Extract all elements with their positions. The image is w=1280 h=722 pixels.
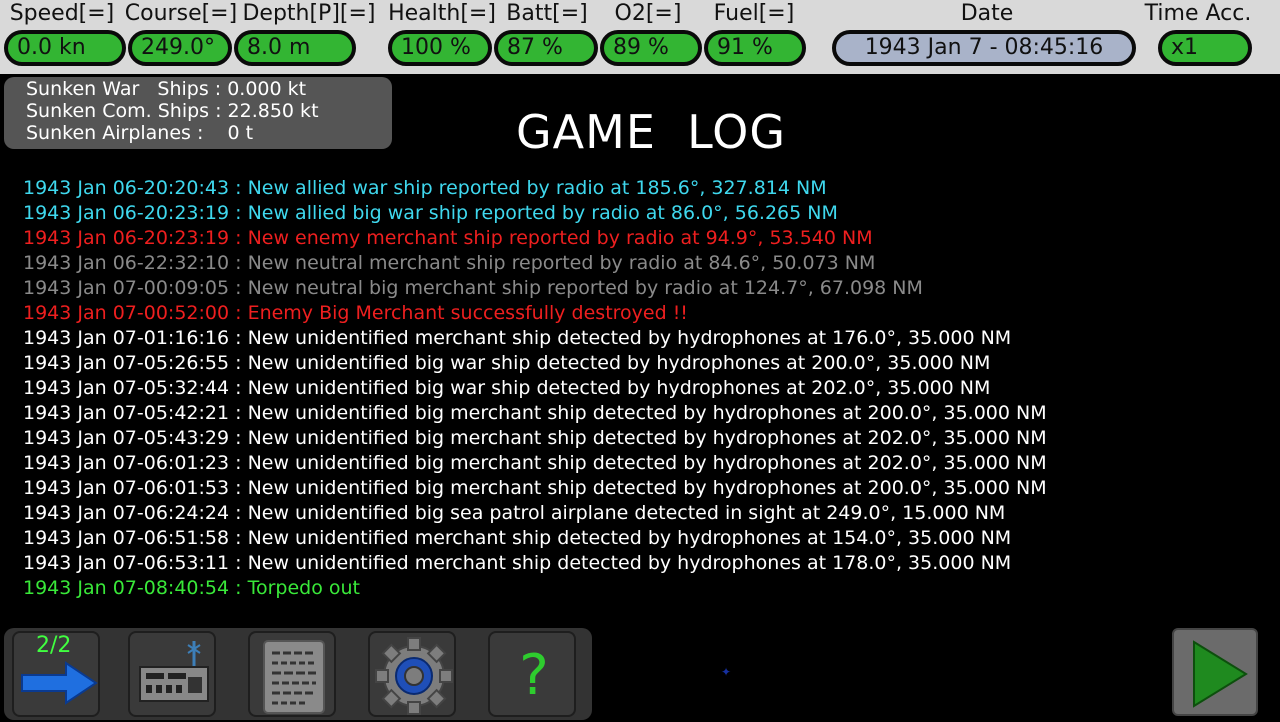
log-entry: 1943 Jan 07-05:32:44 : New unidentified … xyxy=(23,377,991,399)
date-value: 1943 Jan 7 - 08:45:16 xyxy=(832,30,1136,66)
speed-label: Speed[=] xyxy=(9,1,115,26)
log-entry: 1943 Jan 07-05:42:21 : New unidentified … xyxy=(23,402,1047,424)
log-entry: 1943 Jan 06-20:20:43 : New allied war sh… xyxy=(23,177,827,199)
fuel-label: Fuel[=] xyxy=(713,1,795,26)
o2-value: 89 % xyxy=(600,30,702,66)
log-entry: 1943 Jan 06-20:23:19 : New enemy merchan… xyxy=(23,227,873,249)
log-scroll-icon xyxy=(263,640,325,714)
cursor-icon: ✦ xyxy=(721,665,732,679)
log-entry: 1943 Jan 07-00:52:00 : Enemy Big Merchan… xyxy=(23,302,688,324)
fuel-value: 91 % xyxy=(704,30,806,66)
speed-value[interactable]: 0.0 kn xyxy=(4,30,126,66)
settings-button[interactable] xyxy=(368,631,456,717)
health-label: Health[=] xyxy=(388,1,496,26)
depth-value[interactable]: 8.0 m xyxy=(234,30,356,66)
log-entry: 1943 Jan 07-05:43:29 : New unidentified … xyxy=(23,427,1047,449)
date-label: Date xyxy=(960,1,1014,26)
radio-icon xyxy=(139,641,209,702)
log-entry: 1943 Jan 07-06:24:24 : New unidentified … xyxy=(23,502,1006,524)
help-question-icon: ? xyxy=(519,643,549,708)
next-page-button[interactable]: 2/2 xyxy=(12,631,100,717)
log-entry: 1943 Jan 06-22:32:10 : New neutral merch… xyxy=(23,252,876,274)
o2-label: O2[=] xyxy=(614,1,682,26)
bottom-toolbar: 2/2 ? xyxy=(4,628,592,720)
batt-label: Batt[=] xyxy=(506,1,588,26)
log-entry: 1943 Jan 07-06:01:23 : New unidentified … xyxy=(23,452,1047,474)
radio-button[interactable] xyxy=(128,631,216,717)
page-title: GAME LOG xyxy=(516,105,786,159)
log-entry: 1943 Jan 07-01:16:16 : New unidentified … xyxy=(23,327,1012,349)
play-icon xyxy=(1193,640,1248,708)
log-entry: 1943 Jan 07-06:53:11 : New unidentified … xyxy=(23,552,1012,574)
batt-value: 87 % xyxy=(494,30,598,66)
log-entry: 1943 Jan 07-06:01:53 : New unidentified … xyxy=(23,477,1047,499)
help-button[interactable]: ? xyxy=(488,631,576,717)
log-entry: 1943 Jan 06-20:23:19 : New allied big wa… xyxy=(23,202,838,224)
health-value: 100 % xyxy=(388,30,492,66)
course-value[interactable]: 249.0° xyxy=(128,30,232,66)
course-label: Course[=] xyxy=(124,1,238,26)
status-bar: Speed[=] 0.0 kn Course[=] 249.0° Depth[P… xyxy=(0,0,1280,74)
log-entry: 1943 Jan 07-06:51:58 : New unidentified … xyxy=(23,527,1012,549)
game-log-list[interactable]: 1943 Jan 06-20:20:43 : New allied war sh… xyxy=(23,176,1263,601)
time-acc-value[interactable]: x1 xyxy=(1158,30,1252,66)
log-button[interactable] xyxy=(248,631,336,717)
log-entry: 1943 Jan 07-00:09:05 : New neutral big m… xyxy=(23,277,923,299)
log-entry: 1943 Jan 07-08:40:54 : Torpedo out xyxy=(23,577,360,599)
resume-button[interactable] xyxy=(1172,628,1258,716)
log-entry: 1943 Jan 07-05:26:55 : New unidentified … xyxy=(23,352,991,374)
depth-label: Depth[P][=] xyxy=(242,1,376,26)
time-acc-label: Time Acc. xyxy=(1144,1,1252,26)
sunken-war-ships: Sunken War Ships : 0.000 kt xyxy=(26,78,307,100)
next-page-arrow-icon xyxy=(21,661,98,705)
settings-gear-icon xyxy=(375,637,453,715)
